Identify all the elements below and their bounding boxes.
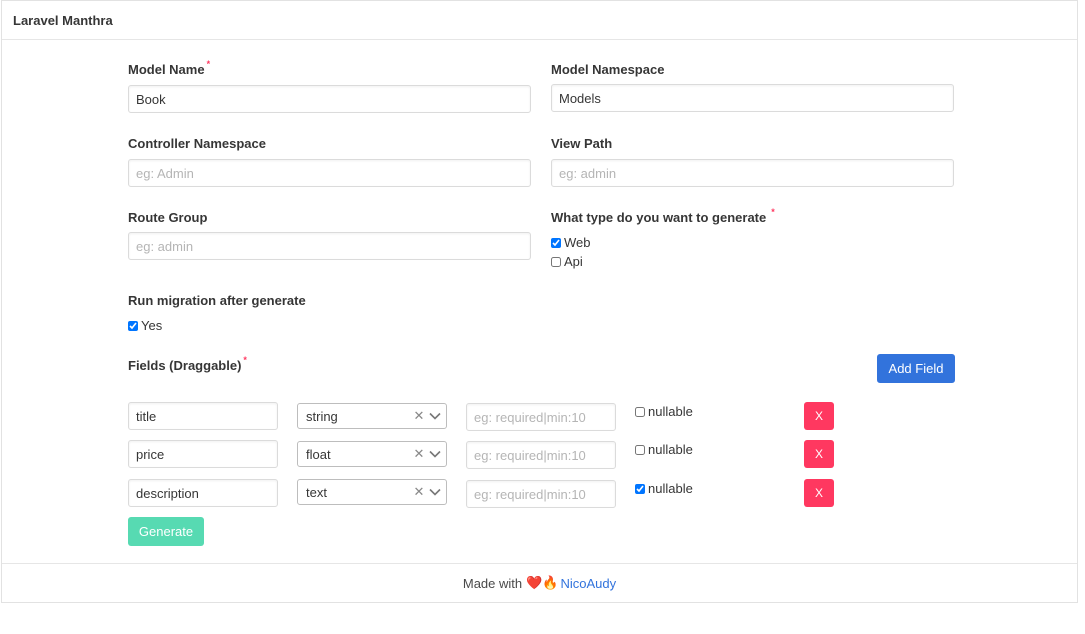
author-link[interactable]: NicoAudy — [560, 576, 616, 591]
migration-yes-label: Yes — [141, 318, 163, 333]
chevron-down-icon[interactable] — [428, 485, 442, 499]
field-nullable-checkbox[interactable] — [635, 444, 645, 455]
route-group-label: Route Group — [128, 210, 208, 225]
field-type-select[interactable]: text ✕ — [297, 479, 447, 505]
required-marker: * — [771, 207, 775, 217]
controller-namespace-input[interactable] — [128, 159, 531, 187]
remove-field-button[interactable]: X — [804, 440, 834, 468]
view-path-input[interactable] — [551, 159, 954, 187]
chevron-down-icon[interactable] — [428, 447, 442, 461]
footer-prefix: Made with — [462, 575, 523, 591]
field-nullable-label: nullable — [648, 404, 693, 419]
route-group-input[interactable] — [128, 232, 531, 260]
type-api-option[interactable]: Api — [551, 254, 583, 269]
heart-icon: ❤️ — [526, 575, 543, 590]
fire-icon: 🔥 — [542, 575, 559, 590]
type-web-label: Web — [564, 235, 591, 250]
field-nullable-checkbox[interactable] — [635, 483, 645, 494]
field-rules-input[interactable] — [466, 480, 616, 508]
clear-icon[interactable]: ✕ — [412, 408, 426, 424]
remove-field-button[interactable]: X — [804, 402, 834, 430]
main-card: Laravel Manthra Model Name* Model Namesp… — [1, 0, 1078, 603]
chevron-down-icon[interactable] — [428, 409, 442, 423]
model-namespace-label: Model Namespace — [551, 62, 665, 77]
type-web-option[interactable]: Web — [551, 235, 591, 250]
view-path-label: View Path — [551, 136, 613, 151]
field-rules-input[interactable] — [466, 403, 616, 431]
fields-label: Fields (Draggable) * — [128, 355, 247, 373]
model-namespace-input[interactable] — [551, 84, 954, 112]
field-type-value: text — [306, 484, 327, 500]
clear-icon[interactable]: ✕ — [412, 484, 426, 500]
add-field-button[interactable]: Add Field — [877, 354, 955, 383]
generate-button[interactable]: Generate — [128, 517, 204, 546]
generate-type-label: What type do you want to generate * — [551, 207, 775, 225]
migration-yes-option[interactable]: Yes — [128, 318, 162, 333]
migration-label: Run migration after generate — [128, 293, 306, 308]
remove-field-button[interactable]: X — [804, 479, 834, 507]
field-type-value: string — [306, 408, 338, 424]
type-web-checkbox[interactable] — [551, 237, 561, 248]
generate-type-label-text: What type do you want to generate — [551, 210, 767, 225]
model-name-input[interactable] — [128, 85, 531, 113]
field-nullable-label: nullable — [648, 442, 693, 457]
migration-yes-checkbox[interactable] — [128, 320, 138, 331]
field-nullable-label: nullable — [648, 481, 693, 496]
fields-label-text: Fields (Draggable) — [128, 358, 242, 373]
field-type-value: float — [306, 446, 331, 462]
type-api-checkbox[interactable] — [551, 256, 561, 267]
field-name-input[interactable] — [128, 479, 278, 507]
controller-namespace-label: Controller Namespace — [128, 136, 266, 151]
required-marker: * — [206, 59, 211, 69]
type-api-label: Api — [564, 254, 583, 269]
field-nullable-option[interactable]: nullable — [635, 404, 693, 419]
field-nullable-option[interactable]: nullable — [635, 481, 693, 496]
field-name-input[interactable] — [128, 440, 278, 468]
field-name-input[interactable] — [128, 402, 278, 430]
model-name-label: Model Name * — [128, 59, 211, 77]
field-rules-input[interactable] — [466, 441, 616, 469]
field-type-select[interactable]: string ✕ — [297, 403, 447, 429]
model-name-label-text: Model Name — [128, 62, 205, 77]
field-type-select[interactable]: float ✕ — [297, 441, 447, 467]
footer: Made with ❤️ 🔥 NicoAudy — [2, 563, 1077, 602]
field-nullable-option[interactable]: nullable — [635, 442, 693, 457]
field-nullable-checkbox[interactable] — [635, 406, 645, 417]
app-title: Laravel Manthra — [2, 1, 1077, 40]
clear-icon[interactable]: ✕ — [412, 446, 426, 462]
required-marker: * — [243, 355, 247, 365]
